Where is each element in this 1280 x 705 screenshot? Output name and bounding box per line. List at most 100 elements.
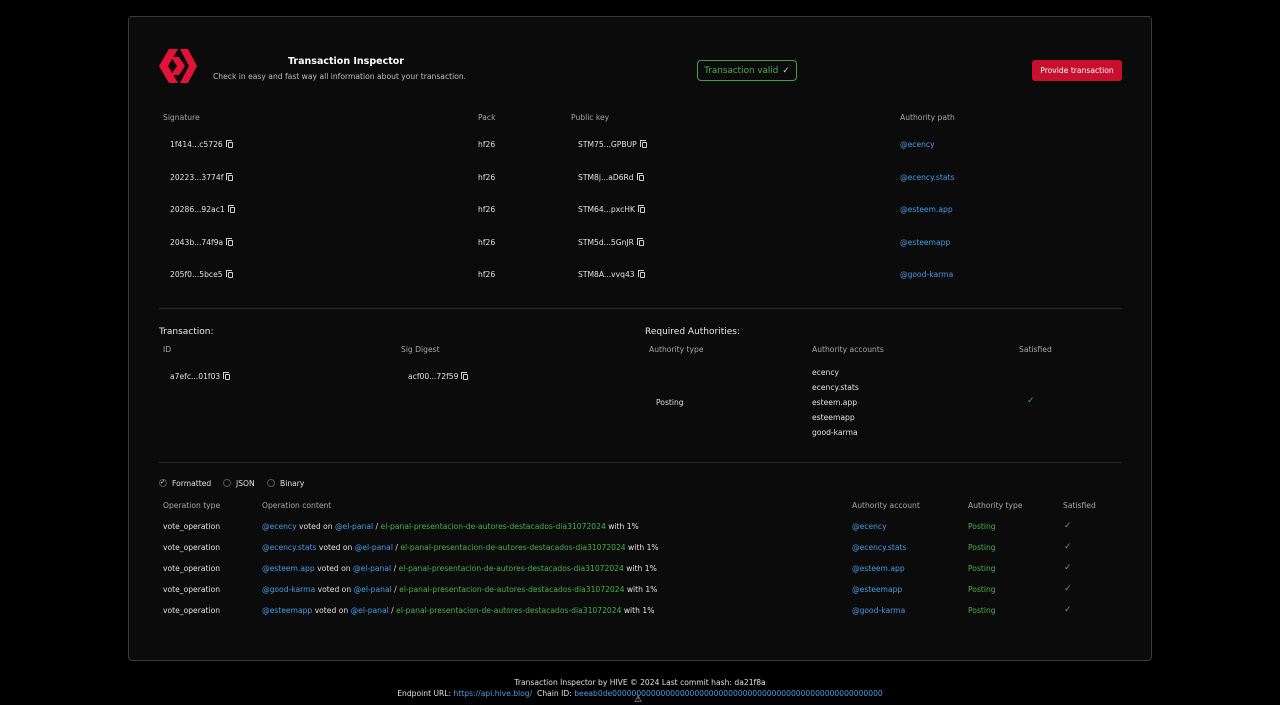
copy-icon[interactable] [639,140,647,148]
copy-icon[interactable] [636,173,644,181]
page-title: Transaction Inspector [288,56,404,67]
authority-type: Posting [968,585,996,594]
radio-icon [223,479,231,487]
author-link[interactable]: @el-panal [353,564,391,573]
satisfied-check-icon: ✓ [1064,521,1072,531]
weight-text: with 1% [608,522,639,531]
divider [159,308,1122,309]
authority-path-link[interactable]: @good-karma [900,270,953,279]
format-formatted-radio[interactable]: Formatted [159,478,212,488]
authority-account-link[interactable]: @esteem.app [852,564,905,573]
copy-icon[interactable] [225,140,233,148]
separator: / [375,522,379,531]
col-satisfied: Satisfied [1019,345,1052,354]
copy-icon[interactable] [223,372,231,380]
authority-account: good-karma [812,428,858,437]
operation-type: vote_operation [163,522,221,531]
col-public-key: Public key [571,113,610,122]
signature-value: 205f0...5bce5 [170,270,223,279]
authority-account-link[interactable]: @good-karma [852,606,905,615]
radio-label: Formatted [172,479,212,488]
voted-on-text: voted on [299,522,333,531]
voter-link[interactable]: @esteem.app [262,564,315,573]
separator: / [391,606,394,615]
public-key-cell: STM8j...aD6Rd [578,173,644,182]
authority-type: Posting [968,606,996,615]
permlink-link[interactable]: el-panal-presentacion-de-autores-destaca… [396,606,621,615]
authority-path-link[interactable]: @esteemapp [900,238,950,247]
col-operation-content: Operation content [262,501,332,510]
authority-type: Posting [968,522,996,531]
required-authorities-heading: Required Authorities: [645,327,741,337]
transaction-heading: Transaction: [159,327,214,337]
permlink-link[interactable]: el-panal-presentacion-de-autores-destaca… [399,564,624,573]
copy-icon[interactable] [226,173,234,181]
chain-label: Chain ID: [537,689,572,698]
transaction-valid-badge: Transaction valid ✓ [697,60,797,81]
voter-link[interactable]: @good-karma [262,585,315,594]
provide-transaction-button[interactable]: Provide transaction [1032,60,1122,81]
voted-on-text: voted on [317,585,352,594]
separator: / [394,585,397,594]
authority-path-link[interactable]: @ecency.stats [900,173,954,182]
weight-text: with 1% [626,564,657,573]
permlink-link[interactable]: el-panal-presentacion-de-autores-destaca… [381,522,606,531]
pack-cell: hf26 [478,173,496,182]
format-binary-radio[interactable]: Binary [267,479,304,488]
pack-cell: hf26 [478,140,496,149]
authority-account: ecency.stats [812,383,859,392]
voter-link[interactable]: @ecency [262,522,297,531]
author-link[interactable]: @el-panal [355,543,393,552]
author-link[interactable]: @el-panal [335,522,373,531]
copy-icon[interactable] [461,372,469,380]
copy-icon[interactable] [637,205,645,213]
format-json-radio[interactable]: JSON [223,479,255,488]
signature-cell: 20223...3774f [170,173,234,182]
authority-path-link[interactable]: @ecency [900,140,935,149]
author-link[interactable]: @el-panal [351,606,389,615]
authority-account-link[interactable]: @ecency.stats [852,543,906,552]
public-key-cell: STM75...GPBUP [578,140,647,149]
satisfied-check-icon: ✓ [1064,584,1072,594]
page-subtitle: Check in easy and fast way all informati… [213,72,467,81]
copy-icon[interactable] [637,270,645,278]
authority-type: Posting [968,564,996,573]
pack-cell: hf26 [478,238,496,247]
author-link[interactable]: @el-panal [354,585,392,594]
authority-account-link[interactable]: @ecency [852,522,887,531]
endpoint-link[interactable]: https://api.hive.blog/ [454,689,533,698]
authority-path-link[interactable]: @esteem.app [900,205,953,214]
authority-account: ecency [812,368,840,377]
public-key-cell: STM8A...vvq43 [578,270,645,279]
sig-digest-value: acf00...72f59 [408,372,459,381]
footer-line: Transaction Inspector by HIVE © 2024 Las… [514,678,766,687]
pack-cell: hf26 [478,205,496,214]
pack-cell: hf26 [478,270,496,279]
public-key-value: STM5d...5GnJR [578,238,634,247]
copy-icon[interactable] [226,238,234,246]
col-pack: Pack [478,113,496,122]
permlink-link[interactable]: el-panal-presentacion-de-autores-destaca… [400,543,625,552]
copy-icon[interactable] [225,270,233,278]
col-authority-type: Authority type [649,345,704,354]
permlink-link[interactable]: el-panal-presentacion-de-autores-destaca… [399,585,624,594]
col-operation-type: Operation type [163,501,221,510]
copy-icon[interactable] [227,205,235,213]
valid-label: Transaction valid [704,65,779,76]
authority-type-value: Posting [656,398,684,407]
voter-link[interactable]: @ecency.stats [262,543,316,552]
authority-account-link[interactable]: @esteemapp [852,585,902,594]
inspector-card: Transaction Inspector Check in easy and … [128,16,1152,661]
voter-link[interactable]: @esteemapp [262,606,312,615]
voted-on-text: voted on [318,543,353,552]
satisfied-check-icon: ✓ [1027,396,1035,406]
operation-type: vote_operation [163,564,221,573]
operation-content: @esteem.app voted on @el-panal / el-pana… [262,564,657,573]
separator: / [393,564,397,573]
col-signature: Signature [163,113,200,122]
radio-label: Binary [280,479,305,488]
copy-icon[interactable] [636,238,644,246]
chain-id-link[interactable]: beeab0de00000000000000000000000000000000… [574,689,883,698]
weight-text: with 1% [623,606,655,615]
transaction-id-value: a7efc...01f03 [170,372,221,381]
